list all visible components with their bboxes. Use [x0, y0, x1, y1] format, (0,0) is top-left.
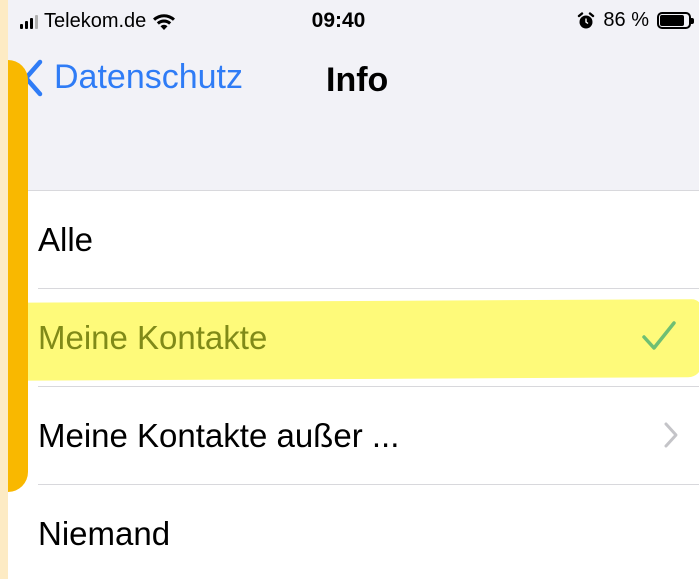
checkmark-icon — [642, 321, 676, 350]
back-button[interactable]: Datenschutz — [22, 58, 243, 97]
phone-screen: Telekom.de 09:40 86 % Datenschutz Info A… — [8, 0, 699, 579]
status-right: 86 % — [577, 9, 694, 32]
battery-tip — [691, 18, 694, 24]
option-list: Alle Meine Kontakte Meine Kontakte außer… — [8, 190, 699, 579]
divider — [38, 386, 699, 387]
list-item-alle[interactable]: Alle — [8, 191, 699, 289]
alarm-icon — [578, 11, 595, 28]
list-item-meine-kontakte[interactable]: Meine Kontakte — [8, 289, 699, 387]
navigation-bar: Datenschutz Info — [8, 44, 699, 116]
page-title: Info — [326, 61, 389, 99]
list-item-label: Meine Kontakte — [38, 319, 268, 356]
battery-fill — [660, 15, 684, 26]
status-bar: Telekom.de 09:40 86 % — [8, 0, 699, 44]
divider — [38, 484, 699, 485]
chevron-right-icon — [664, 422, 678, 448]
back-button-label: Datenschutz — [54, 58, 243, 96]
battery-icon — [657, 12, 694, 29]
list-item-meine-kontakte-ausser[interactable]: Meine Kontakte außer ... — [8, 387, 699, 485]
annotation-bar — [8, 60, 28, 492]
list-item-label: Niemand — [38, 515, 171, 552]
divider — [38, 288, 699, 289]
list-item-niemand[interactable]: Niemand — [8, 485, 699, 579]
battery-percent: 86 % — [603, 9, 649, 31]
list-item-label: Meine Kontakte außer ... — [38, 417, 400, 454]
list-item-label: Alle — [38, 221, 94, 258]
